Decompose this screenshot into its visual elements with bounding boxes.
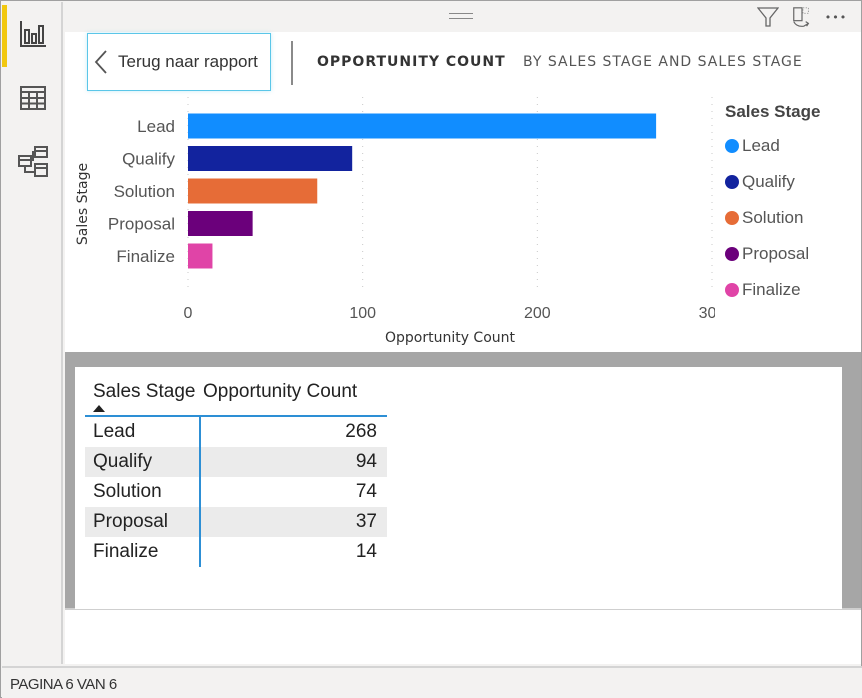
legend-item-proposal[interactable]: Proposal bbox=[725, 236, 820, 272]
legend-item-qualify[interactable]: Qualify bbox=[725, 164, 820, 200]
y-axis-title: Sales Stage bbox=[75, 163, 91, 245]
bar-chart-icon bbox=[19, 21, 46, 47]
bar-proposal[interactable] bbox=[188, 211, 253, 236]
table-row[interactable]: Solution 74 bbox=[85, 477, 387, 507]
legend-marker-icon bbox=[725, 211, 739, 225]
legend-marker-icon bbox=[725, 175, 739, 189]
cell-opportunity-count: 94 bbox=[355, 451, 377, 472]
column-header-opportunity-count[interactable]: Opportunity Count bbox=[203, 377, 387, 415]
chart-title-sub: BY SALES STAGE AND SALES STAGE bbox=[523, 54, 803, 70]
cell-sales-stage: Qualify bbox=[93, 451, 153, 472]
model-icon bbox=[17, 146, 48, 177]
bar-lead[interactable] bbox=[188, 113, 657, 139]
cell-opportunity-count: 268 bbox=[345, 421, 377, 442]
legend-label: Qualify bbox=[742, 172, 795, 191]
visual-header: ••• bbox=[65, 2, 861, 32]
table-icon bbox=[19, 86, 46, 110]
filter-icon[interactable] bbox=[757, 6, 779, 28]
table-row[interactable]: Proposal 37 bbox=[85, 507, 387, 537]
page-footer: PAGINA 6 VAN 6 bbox=[2, 666, 862, 698]
legend-label: Lead bbox=[742, 136, 780, 155]
cell-sales-stage: Proposal bbox=[93, 511, 168, 532]
x-tick-label: 0 bbox=[184, 305, 193, 322]
legend-item-lead[interactable]: Lead bbox=[725, 128, 820, 164]
bar-solution[interactable] bbox=[188, 178, 318, 204]
legend-marker-icon bbox=[725, 247, 739, 261]
chart-title-main: OPPORTUNITY COUNT bbox=[317, 54, 506, 70]
legend-label: Solution bbox=[742, 208, 804, 227]
cell-sales-stage: Lead bbox=[93, 421, 136, 442]
sort-ascending-icon bbox=[93, 405, 105, 412]
page-indicator: PAGINA 6 VAN 6 bbox=[10, 676, 117, 693]
x-tick-label: 100 bbox=[349, 305, 376, 322]
table-visual: Sales Stage Opportunity Count Lead 268 Q… bbox=[75, 367, 842, 609]
cell-opportunity-count: 14 bbox=[355, 541, 377, 562]
y-category-label: Lead bbox=[137, 117, 175, 136]
legend-label: Proposal bbox=[742, 244, 810, 263]
title-divider bbox=[291, 41, 293, 85]
bar-chart: 0 100 200 300 Lead Qualify Solution Proposal Fin… bbox=[75, 97, 715, 346]
legend-marker-icon bbox=[725, 283, 739, 297]
drag-handle-icon[interactable] bbox=[449, 13, 473, 19]
report-canvas: ••• Terug naar rapport OPPORTUNITY COUNT… bbox=[65, 2, 861, 664]
legend-title: Sales Stage bbox=[725, 102, 821, 121]
table-row[interactable]: Finalize 14 bbox=[85, 537, 387, 567]
nav-data-view[interactable] bbox=[2, 68, 63, 128]
chevron-left-icon bbox=[94, 50, 107, 74]
nav-model-view[interactable] bbox=[2, 132, 63, 192]
bar-finalize[interactable] bbox=[188, 243, 213, 269]
chart-legend: Sales Stage Lead Qualify Solution Proposal F… bbox=[725, 102, 820, 308]
x-tick-label: 200 bbox=[524, 305, 551, 322]
table-row[interactable]: Qualify 94 bbox=[85, 447, 387, 477]
legend-item-finalize[interactable]: Finalize bbox=[725, 272, 820, 308]
x-tick-label: 300 bbox=[699, 305, 715, 322]
back-to-report-button[interactable]: Terug naar rapport bbox=[87, 33, 271, 91]
legend-marker-icon bbox=[725, 139, 739, 153]
cell-sales-stage: Finalize bbox=[93, 541, 159, 562]
legend-label: Finalize bbox=[742, 280, 801, 299]
bar-qualify[interactable] bbox=[188, 146, 353, 171]
table-header: Sales Stage Opportunity Count bbox=[85, 377, 387, 417]
y-category-label: Proposal bbox=[108, 215, 175, 234]
back-button-label: Terug naar rapport bbox=[118, 52, 258, 71]
table-body: Lead 268 Qualify 94 Solution 74 Proposal… bbox=[85, 417, 387, 567]
x-axis-title: Opportunity Count bbox=[385, 330, 516, 346]
table-row[interactable]: Lead 268 bbox=[85, 417, 387, 447]
app-window: ••• Terug naar rapport OPPORTUNITY COUNT… bbox=[0, 0, 862, 698]
left-navigation bbox=[2, 2, 63, 664]
table-visual-container: Sales Stage Opportunity Count Lead 268 Q… bbox=[65, 352, 861, 610]
y-category-label: Solution bbox=[114, 182, 175, 201]
focus-mode-icon[interactable] bbox=[791, 6, 813, 28]
legend-item-solution[interactable]: Solution bbox=[725, 200, 820, 236]
cell-opportunity-count: 74 bbox=[355, 481, 377, 502]
more-options-icon[interactable]: ••• bbox=[825, 6, 847, 28]
cell-opportunity-count: 37 bbox=[355, 511, 377, 532]
y-category-label: Qualify bbox=[122, 150, 175, 169]
y-category-label: Finalize bbox=[116, 247, 175, 266]
data-table: Sales Stage Opportunity Count Lead 268 Q… bbox=[85, 377, 387, 567]
nav-report-view[interactable] bbox=[2, 4, 63, 67]
cell-sales-stage: Solution bbox=[93, 481, 162, 502]
